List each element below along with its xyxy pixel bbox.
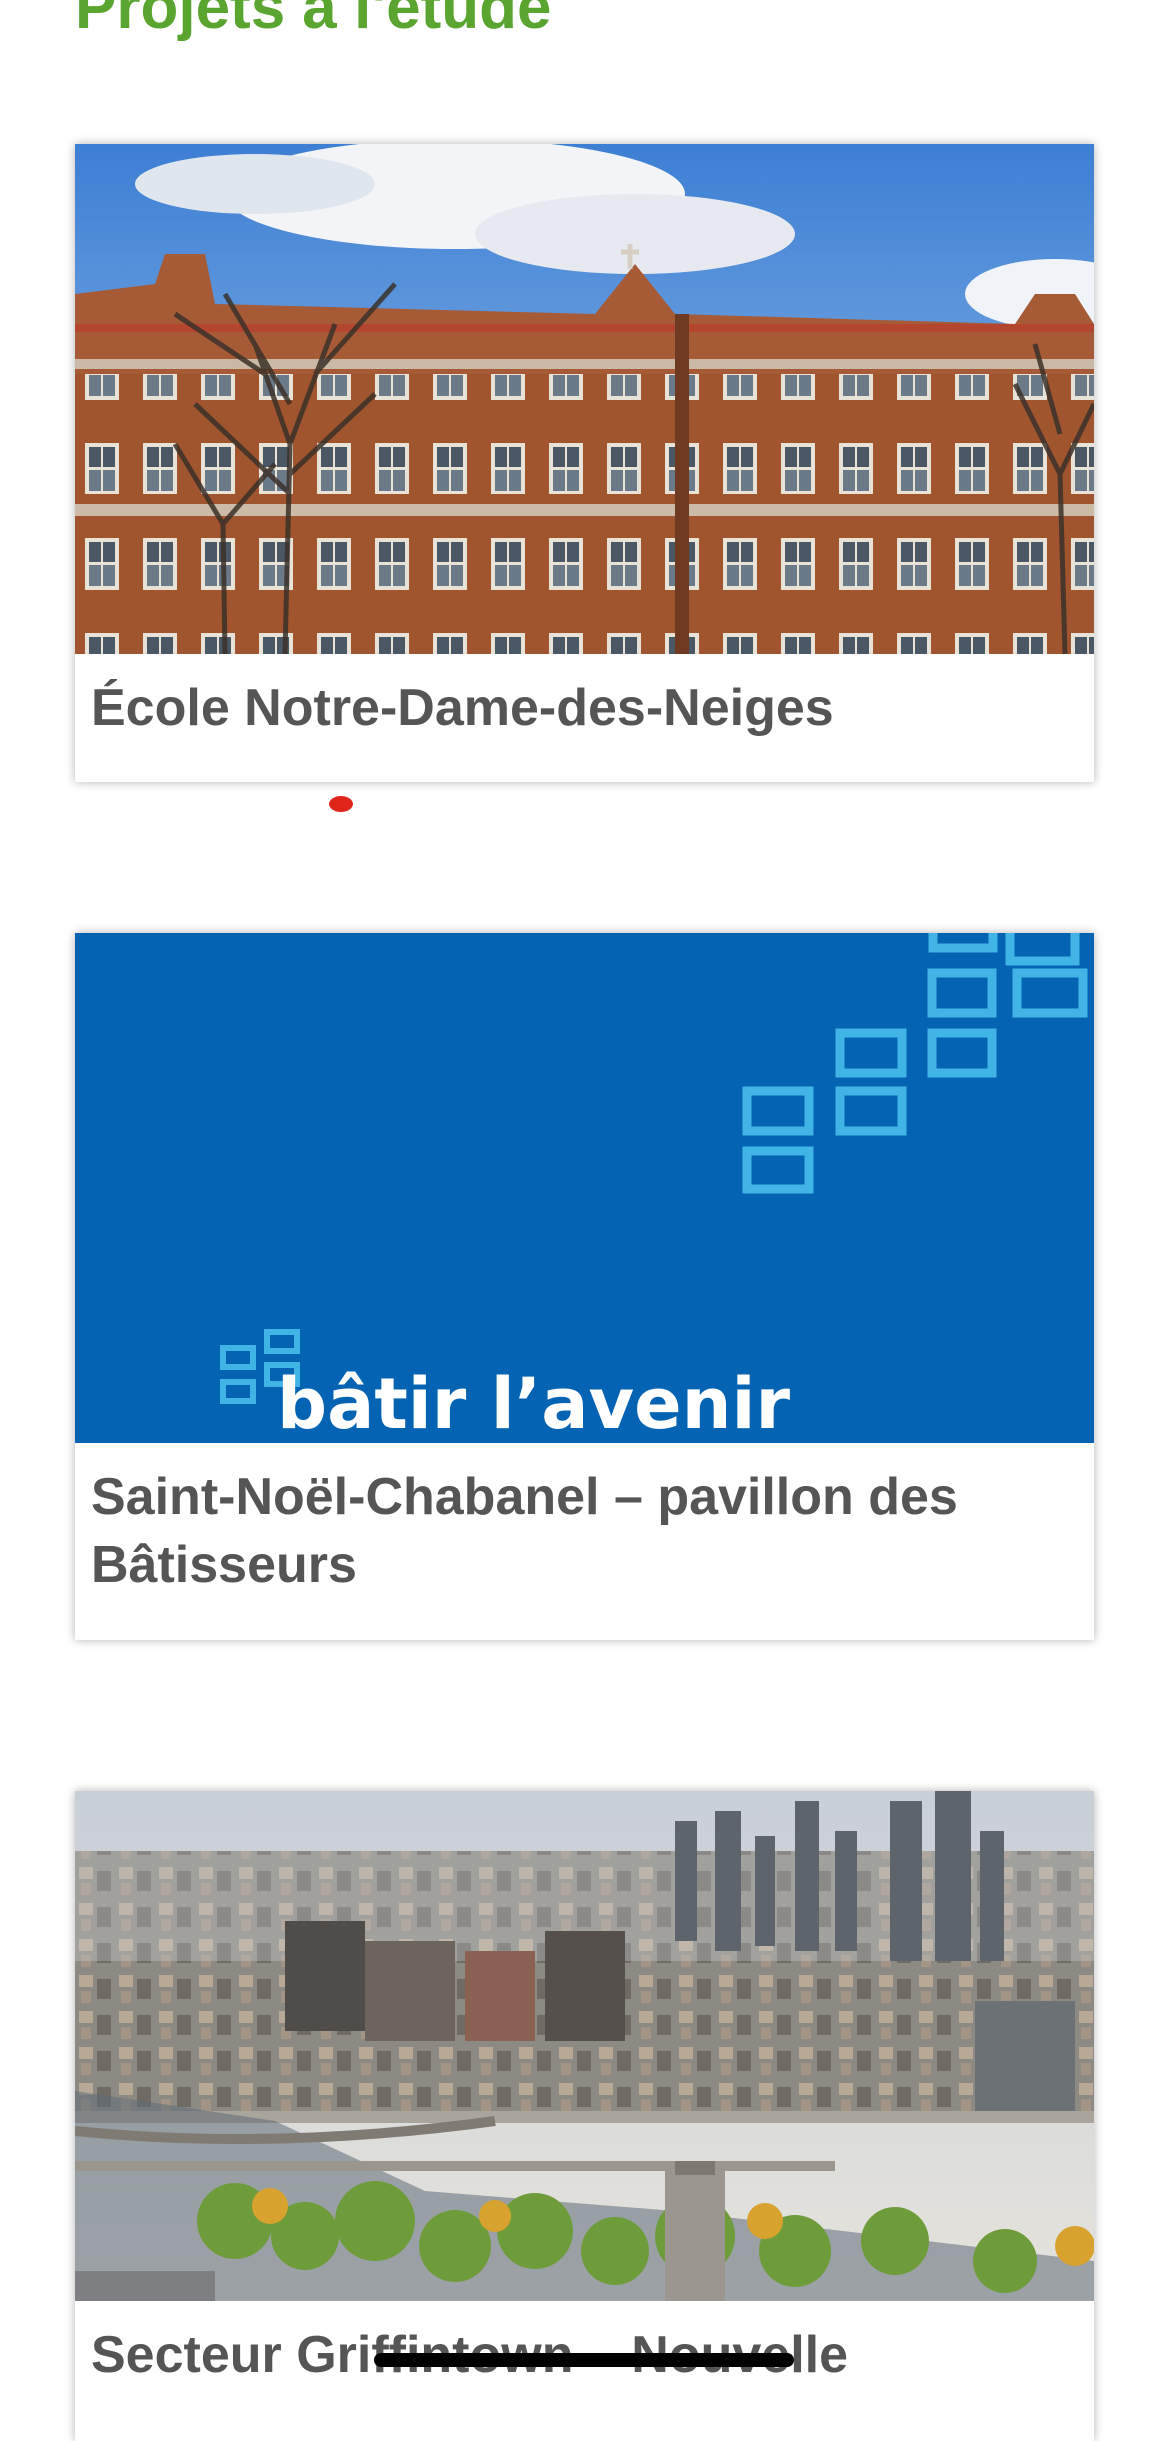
- city-skyline-photo-icon[interactable]: [75, 1791, 1094, 2301]
- project-card-saint-noel-chabanel[interactable]: bâtir l’avenir Saint-Noël-Chabanel – pav…: [75, 933, 1094, 1640]
- project-title[interactable]: Saint-Noël-Chabanel – pavillon des Bâtis…: [91, 1463, 1081, 1599]
- home-indicator[interactable]: [374, 2353, 794, 2367]
- banner-text: bâtir l’avenir: [277, 1363, 790, 1443]
- project-title[interactable]: École Notre-Dame-des-Neiges: [91, 674, 1081, 742]
- page-title: Projets à l'étude: [75, 0, 552, 42]
- project-card-griffintown[interactable]: Secteur Griffintown – Nouvelle: [75, 1791, 1094, 2441]
- indicator-dot: [329, 796, 353, 812]
- project-card-notre-dame-des-neiges[interactable]: École Notre-Dame-des-Neiges: [75, 144, 1094, 782]
- school-building-photo-icon[interactable]: [75, 144, 1094, 654]
- batir-lavenir-banner-icon[interactable]: bâtir l’avenir: [75, 933, 1094, 1443]
